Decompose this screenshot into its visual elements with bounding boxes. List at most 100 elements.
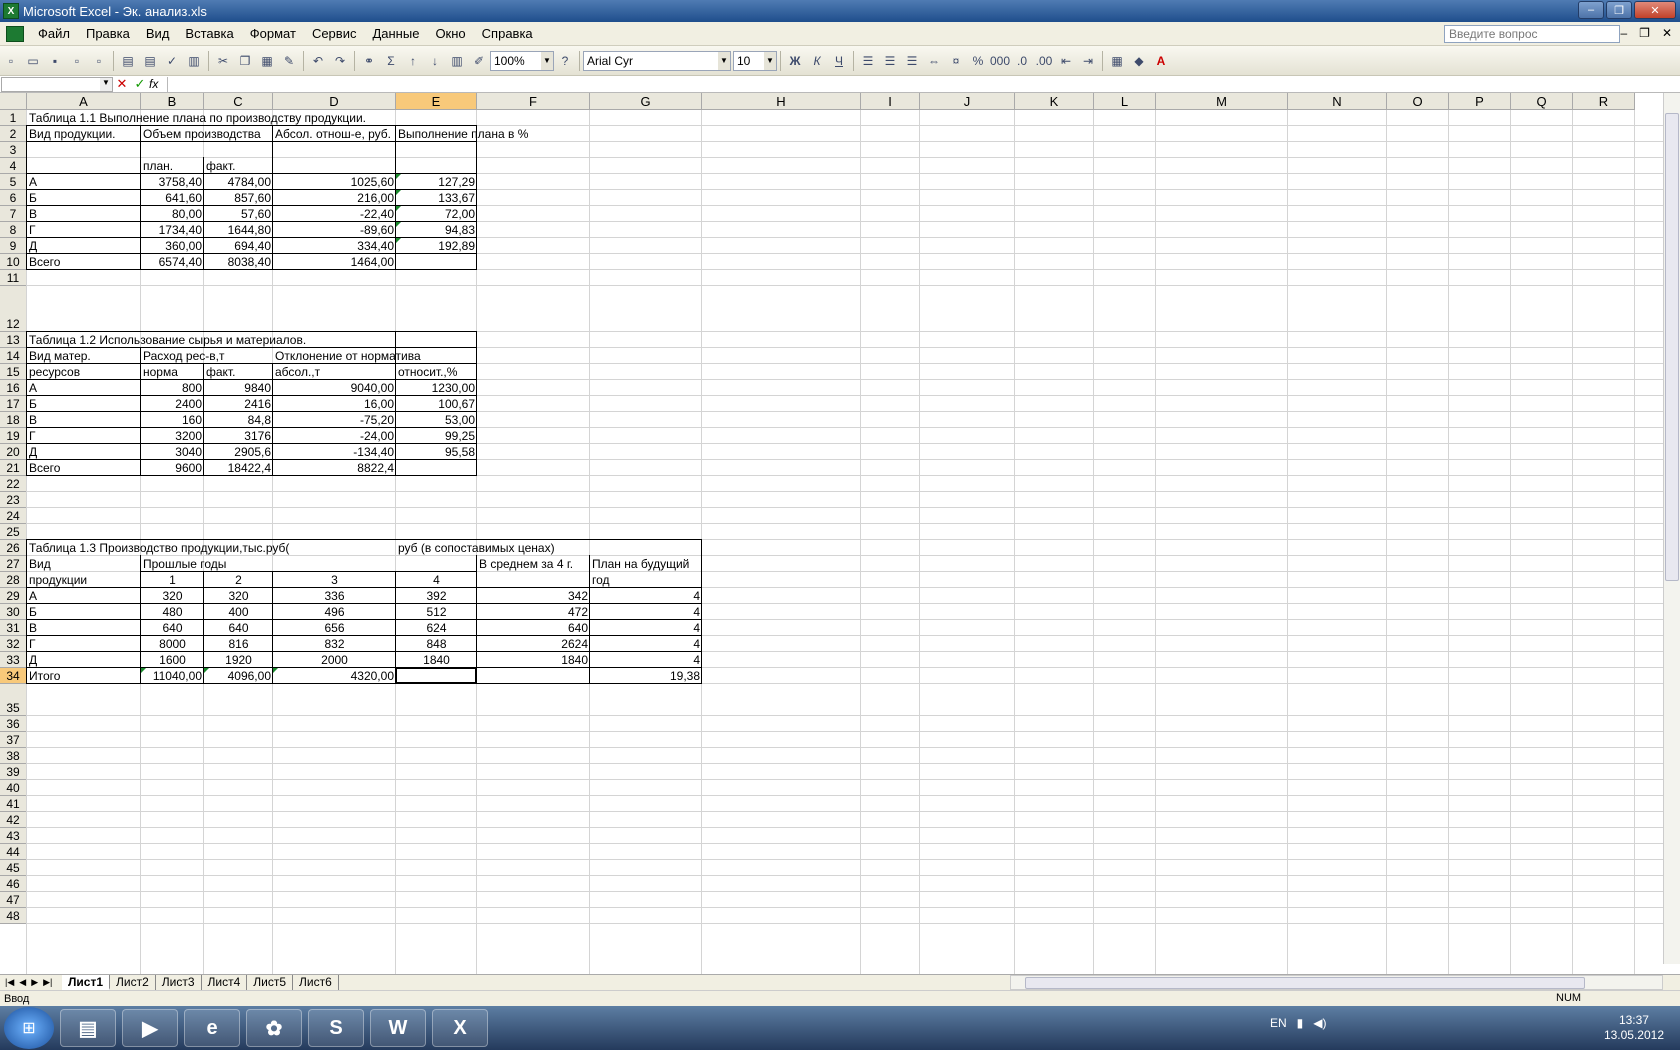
- undo-icon[interactable]: ↶: [308, 51, 328, 71]
- explorer-taskbar-icon[interactable]: ▤: [60, 1009, 116, 1047]
- row-header-44[interactable]: 44: [0, 844, 27, 860]
- cell-A20[interactable]: Д: [27, 444, 141, 460]
- column-header-O[interactable]: O: [1387, 93, 1449, 110]
- cell-D28[interactable]: 3: [273, 572, 396, 588]
- row-header-4[interactable]: 4: [0, 158, 27, 174]
- cell-E6[interactable]: 133,67: [396, 190, 477, 206]
- row-header-31[interactable]: 31: [0, 620, 27, 636]
- cell-A33[interactable]: Д: [27, 652, 141, 668]
- row-header-42[interactable]: 42: [0, 812, 27, 828]
- menu-format[interactable]: Формат: [242, 26, 304, 41]
- cell-B17[interactable]: 2400: [141, 396, 204, 412]
- sheet-tab-1[interactable]: Лист1: [62, 975, 111, 990]
- italic-button[interactable]: К: [807, 51, 827, 71]
- row-header-38[interactable]: 38: [0, 748, 27, 764]
- column-header-I[interactable]: I: [861, 93, 920, 110]
- cell-D19[interactable]: -24,00: [273, 428, 396, 444]
- menu-data[interactable]: Данные: [364, 26, 427, 41]
- menu-file[interactable]: Файл: [30, 26, 78, 41]
- sheet-tab-2[interactable]: Лист2: [110, 975, 156, 990]
- cell-B16[interactable]: 800: [141, 380, 204, 396]
- drawing-icon[interactable]: ✐: [469, 51, 489, 71]
- cell-E26[interactable]: руб (в сопоставимых ценах): [396, 540, 555, 556]
- active-cell[interactable]: [395, 667, 477, 684]
- row-header-47[interactable]: 47: [0, 892, 27, 908]
- cell-G33[interactable]: 4: [590, 652, 702, 668]
- cell-F27[interactable]: В среднем за 4 г.: [477, 556, 590, 572]
- cell-B14[interactable]: Расход рес-в,т: [141, 348, 224, 364]
- vscroll-thumb[interactable]: [1665, 113, 1679, 581]
- redo-icon[interactable]: ↷: [330, 51, 350, 71]
- cell-C16[interactable]: 9840: [204, 380, 273, 396]
- cell-A29[interactable]: А: [27, 588, 141, 604]
- cell-F32[interactable]: 2624: [477, 636, 590, 652]
- row-header-40[interactable]: 40: [0, 780, 27, 796]
- cell-B2[interactable]: Объем производства: [141, 126, 261, 142]
- column-header-B[interactable]: B: [141, 93, 204, 110]
- cell-C4[interactable]: факт.: [204, 158, 273, 174]
- cell-D2[interactable]: Абсол. отнош-е, руб.: [273, 126, 396, 142]
- cell-C19[interactable]: 3176: [204, 428, 273, 444]
- table3-title[interactable]: Таблица 1.3 Производство продукции,тыс.р…: [27, 540, 289, 556]
- increase-decimal-icon[interactable]: .0: [1012, 51, 1032, 71]
- cell-D15[interactable]: абсол.,т: [273, 364, 396, 380]
- cell-C5[interactable]: 4784,00: [204, 174, 273, 190]
- next-sheet-icon[interactable]: ▶: [31, 977, 38, 988]
- cell-C28[interactable]: 2: [204, 572, 273, 588]
- cell-F29[interactable]: 342: [477, 588, 590, 604]
- fill-color-icon[interactable]: ◆: [1129, 51, 1149, 71]
- row-header-27[interactable]: 27: [0, 556, 27, 572]
- help-icon[interactable]: ?: [555, 51, 575, 71]
- cell-A8[interactable]: Г: [27, 222, 141, 238]
- cell-B32[interactable]: 8000: [141, 636, 204, 652]
- align-center-icon[interactable]: ☰: [880, 51, 900, 71]
- font-color-icon[interactable]: A: [1151, 51, 1171, 71]
- enter-icon[interactable]: ✓: [131, 76, 149, 92]
- cell-A32[interactable]: Г: [27, 636, 141, 652]
- first-sheet-icon[interactable]: |◀: [5, 977, 14, 988]
- row-header-20[interactable]: 20: [0, 444, 27, 460]
- cell-E30[interactable]: 512: [396, 604, 477, 620]
- cell-B8[interactable]: 1734,40: [141, 222, 204, 238]
- column-header-J[interactable]: J: [920, 93, 1015, 110]
- cell-D32[interactable]: 832: [273, 636, 396, 652]
- column-header-L[interactable]: L: [1094, 93, 1156, 110]
- insert-function-icon[interactable]: fx: [149, 77, 167, 91]
- cell-B28[interactable]: 1: [141, 572, 204, 588]
- skype-taskbar-icon[interactable]: S: [308, 1009, 364, 1047]
- cell-E20[interactable]: 95,58: [396, 444, 477, 460]
- cell-D31[interactable]: 656: [273, 620, 396, 636]
- cell-A27[interactable]: Вид: [27, 556, 141, 572]
- zoom-select[interactable]: 100% ▼: [490, 50, 554, 71]
- hyperlink-icon[interactable]: ⚭: [359, 51, 379, 71]
- cell-A30[interactable]: Б: [27, 604, 141, 620]
- cell-C6[interactable]: 857,60: [204, 190, 273, 206]
- cell-C20[interactable]: 2905,6: [204, 444, 273, 460]
- menu-edit[interactable]: Правка: [78, 26, 138, 41]
- row-header-5[interactable]: 5: [0, 174, 27, 190]
- sort-asc-icon[interactable]: ↑: [403, 51, 423, 71]
- menu-help[interactable]: Справка: [474, 26, 541, 41]
- cell-G32[interactable]: 4: [590, 636, 702, 652]
- cell-C18[interactable]: 84,8: [204, 412, 273, 428]
- font-select[interactable]: Arial Cyr ▼: [583, 50, 731, 71]
- cell-A6[interactable]: Б: [27, 190, 141, 206]
- bold-button[interactable]: Ж: [785, 51, 805, 71]
- cell-F30[interactable]: 472: [477, 604, 590, 620]
- align-right-icon[interactable]: ☰: [902, 51, 922, 71]
- row-header-16[interactable]: 16: [0, 380, 27, 396]
- chart-wizard-icon[interactable]: ▥: [447, 51, 467, 71]
- cell-C32[interactable]: 816: [204, 636, 273, 652]
- row-header-48[interactable]: 48: [0, 908, 27, 924]
- sheet-tab-5[interactable]: Лист5: [247, 975, 294, 990]
- network-icon[interactable]: ▮: [1297, 1016, 1304, 1030]
- cell-D6[interactable]: 216,00: [273, 190, 396, 206]
- column-header-F[interactable]: F: [477, 93, 590, 110]
- icq-taskbar-icon[interactable]: ✿: [246, 1009, 302, 1047]
- hscroll-thumb[interactable]: [1025, 977, 1585, 989]
- format-painter-icon[interactable]: ✎: [279, 51, 299, 71]
- cell-A15[interactable]: ресурсов: [27, 364, 141, 380]
- cell-F31[interactable]: 640: [477, 620, 590, 636]
- cell-D33[interactable]: 2000: [273, 652, 396, 668]
- sheet-tab-3[interactable]: Лист3: [156, 975, 202, 990]
